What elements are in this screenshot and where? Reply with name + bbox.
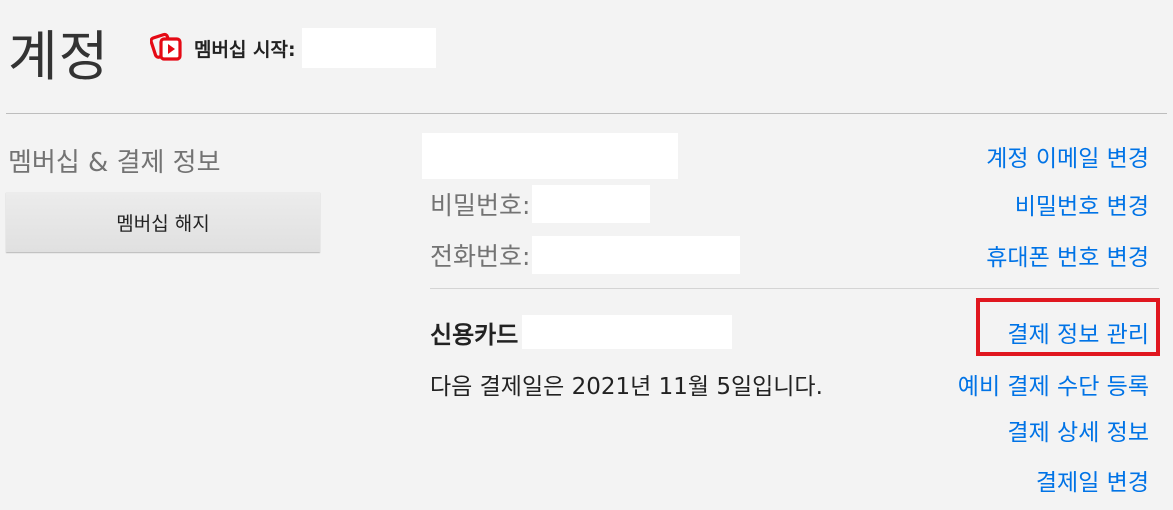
member-since: 멤버십 시작:: [149, 28, 436, 68]
change-phone-link[interactable]: 휴대폰 번호 변경: [986, 238, 1149, 272]
next-billing-date: 다음 결제일은 2021년 11월 5일입니다.: [430, 374, 823, 400]
cancel-membership-button[interactable]: 멤버십 해지: [6, 192, 320, 252]
phone-redacted: [532, 236, 741, 274]
email-redacted: [422, 133, 678, 179]
phone-row: 전화번호: 휴대폰 번호 변경: [430, 236, 1173, 274]
card-type: 신용카드: [430, 320, 519, 349]
member-since-label: 멤버십 시작:: [194, 38, 296, 61]
manage-payment-highlight: [976, 298, 1160, 356]
password-row: 비밀번호: 비밀번호 변경: [430, 185, 1173, 223]
page-title: 계정: [8, 25, 110, 88]
next-billing-row: 다음 결제일은 2021년 11월 5일입니다. 예비 결제 수단 등록: [430, 364, 1173, 404]
membership-play-icon: [149, 30, 184, 66]
membership-billing-heading: 멤버십 & 결제 정보: [8, 148, 221, 178]
section-divider: [430, 288, 1159, 289]
change-billing-date-link[interactable]: 결제일 변경: [1036, 463, 1149, 497]
member-since-redacted: [301, 28, 436, 68]
change-billing-date-row: 결제일 변경: [430, 462, 1173, 498]
change-password-link[interactable]: 비밀번호 변경: [1015, 187, 1149, 221]
email-row: 계정 이메일 변경: [422, 133, 1173, 179]
billing-details-row: 결제 상세 정보: [430, 412, 1173, 448]
password-redacted: [532, 185, 651, 223]
card-number-redacted: [522, 315, 733, 349]
change-email-link[interactable]: 계정 이메일 변경: [986, 139, 1149, 173]
password-label: 비밀번호:: [430, 191, 531, 220]
phone-label: 전화번호:: [430, 242, 531, 271]
billing-details-link[interactable]: 결제 상세 정보: [1007, 413, 1149, 447]
backup-payment-link[interactable]: 예비 결제 수단 등록: [958, 367, 1149, 401]
header-divider: [6, 113, 1167, 114]
